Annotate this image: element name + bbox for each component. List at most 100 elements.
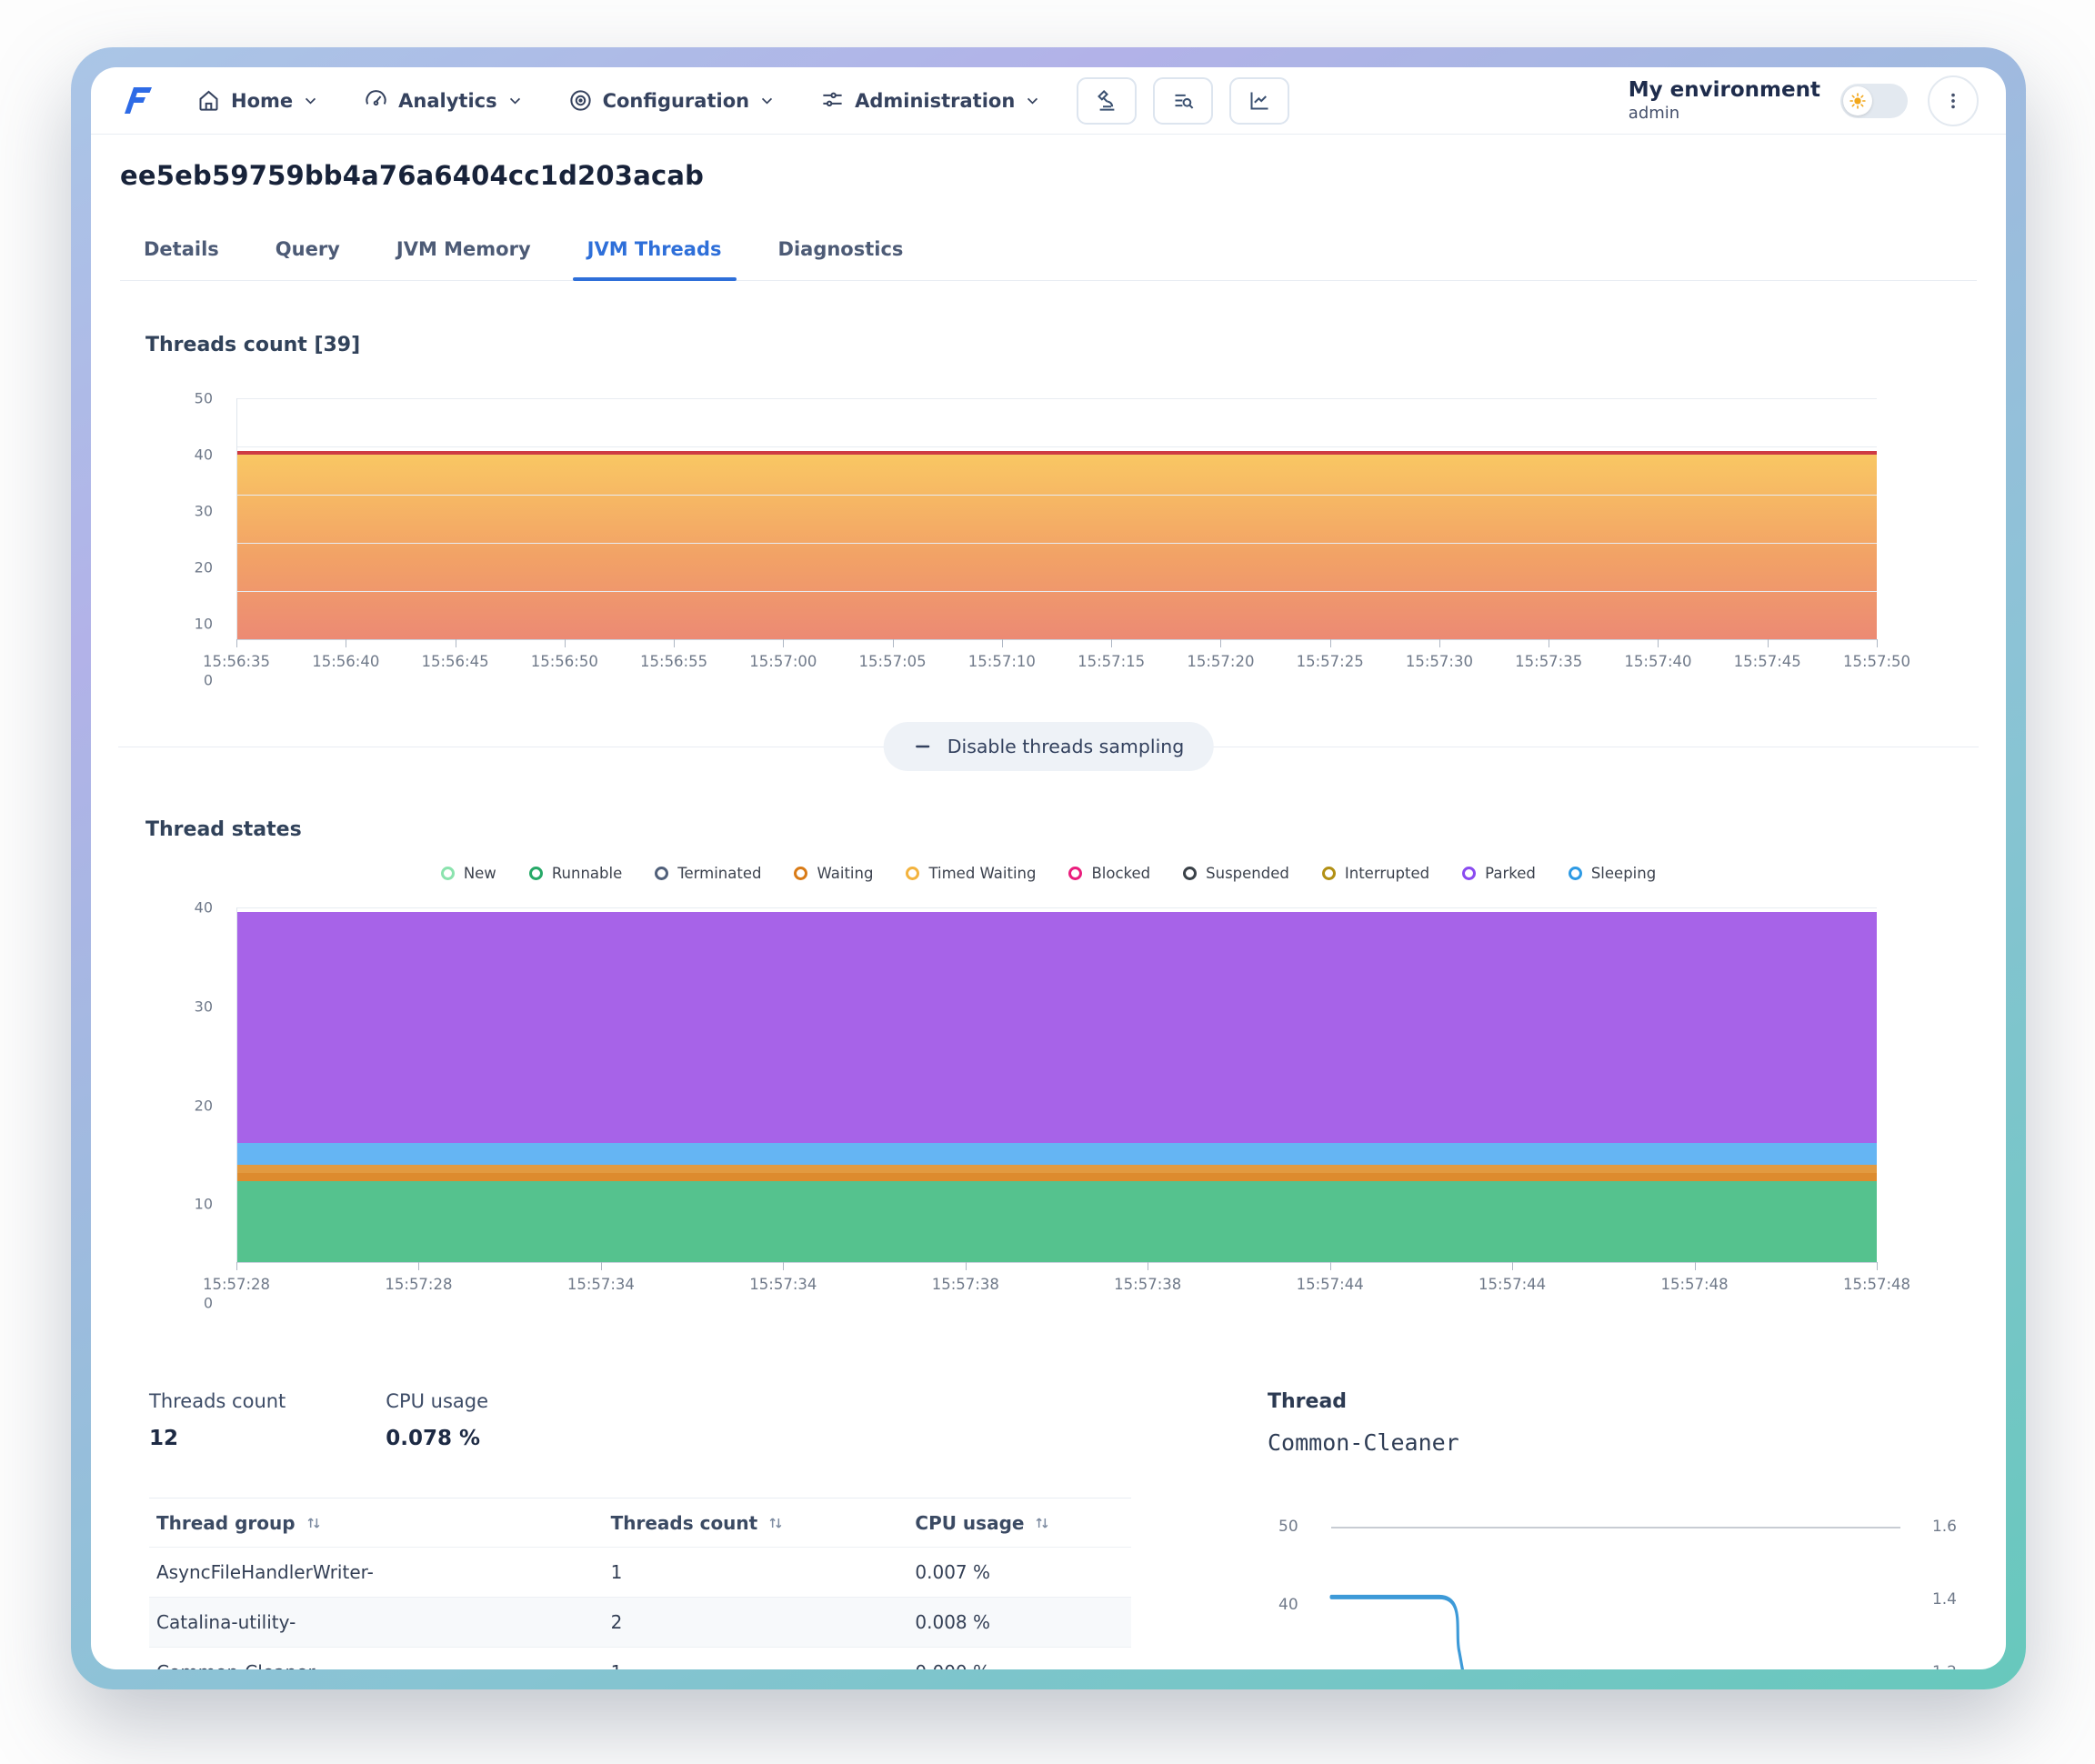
sort-icon: [305, 1514, 323, 1532]
chevron-down-icon: [303, 93, 318, 108]
table-header-row: Thread groupThreads count CPU usage: [149, 1498, 1131, 1548]
legend-item-parked[interactable]: Parked: [1462, 865, 1536, 882]
top-navbar: Home Analytics Configuration: [91, 67, 2006, 135]
tab-diagnostics[interactable]: Diagnostics: [755, 218, 927, 280]
tab-jvm-threads[interactable]: JVM Threads: [564, 218, 746, 280]
legend-item-blocked[interactable]: Blocked: [1068, 865, 1150, 882]
gridline: [237, 591, 1877, 592]
table-cell: 0.008 %: [915, 1611, 1131, 1633]
tab-jvm-memory[interactable]: JVM Memory: [373, 218, 555, 280]
nav-item-home[interactable]: Home: [196, 88, 318, 113]
x-tick-label: 15:57:00: [749, 653, 817, 670]
legend-item-suspended[interactable]: Suspended: [1183, 865, 1289, 882]
thread-states-chart: 403020100 15:57:2815:57:2815:57:3415:57:…: [120, 907, 1977, 1303]
y-tick-label: 20: [195, 559, 213, 576]
disable-threads-sampling-button[interactable]: Disable threads sampling: [884, 722, 1214, 771]
x-tick-label: 15:57:44: [1297, 1276, 1364, 1293]
x-tick-mark: [236, 1262, 237, 1270]
column-header-cpu-usage[interactable]: CPU usage: [915, 1512, 1131, 1534]
theme-toggle[interactable]: [1840, 84, 1908, 118]
app-window: Home Analytics Configuration: [71, 47, 2026, 1689]
thread-states-plot[interactable]: [236, 907, 1877, 1262]
log-search-button[interactable]: [1153, 77, 1213, 125]
y-tick-label: 0: [204, 1295, 213, 1312]
environment-info[interactable]: My environment admin: [1629, 77, 1820, 124]
chevron-down-icon: [759, 93, 775, 108]
nav-item-analytics[interactable]: Analytics: [364, 88, 522, 113]
y-tick-label: 20: [195, 1097, 213, 1114]
column-header-label: CPU usage: [915, 1512, 1024, 1534]
legend-item-runnable[interactable]: Runnable: [529, 865, 622, 882]
legend-ring-icon: [655, 867, 668, 880]
thread-groups-panel: Threads count 12 CPU usage 0.078 % Threa…: [149, 1390, 1131, 1669]
legend-label: New: [464, 865, 496, 882]
tab-bar: DetailsQueryJVM MemoryJVM ThreadsDiagnos…: [120, 205, 1977, 281]
x-tick-label: 15:57:34: [567, 1276, 635, 1293]
legend-item-new[interactable]: New: [441, 865, 496, 882]
tab-details[interactable]: Details: [120, 218, 243, 280]
sliders-icon: [820, 88, 845, 113]
gridline: [237, 398, 1877, 399]
gridline: [237, 543, 1877, 544]
threads-chart-x-ticks: [236, 639, 1877, 647]
x-tick-label: 15:57:34: [749, 1276, 817, 1293]
screen: Home Analytics Configuration: [0, 0, 2095, 1764]
threads-chart-x-axis: 15:56:3515:56:4015:56:4515:56:5015:56:55…: [236, 653, 1877, 680]
table-row[interactable]: AsyncFileHandlerWriter-10.007 %: [149, 1548, 1131, 1598]
x-tick-mark: [1330, 1262, 1331, 1270]
right-axis-tick: 1.2: [1932, 1663, 1957, 1669]
legend-label: Waiting: [817, 865, 873, 882]
x-tick-mark: [1658, 639, 1659, 647]
legend-item-waiting[interactable]: Waiting: [794, 865, 873, 882]
thread-states-x-ticks: [236, 1262, 1877, 1270]
nav-item-administration[interactable]: Administration: [820, 88, 1040, 113]
legend-item-sleeping[interactable]: Sleeping: [1569, 865, 1656, 882]
more-options-button[interactable]: [1928, 75, 1979, 126]
legend-ring-icon: [906, 867, 919, 880]
x-tick-label: 15:56:55: [640, 653, 707, 670]
column-header-label: Threads count: [611, 1512, 758, 1534]
y-tick-label: 50: [195, 390, 213, 407]
x-tick-label: 15:57:28: [385, 1276, 452, 1293]
threads-chart-y-axis: 50403020100: [120, 398, 226, 680]
table-cell: 0.000 %: [915, 1661, 1131, 1669]
table-cell: 0.007 %: [915, 1561, 1131, 1583]
metrics-button[interactable]: [1229, 77, 1289, 125]
table-row[interactable]: Catalina-utility-20.008 %: [149, 1598, 1131, 1648]
threads-count-stat: Threads count 12: [149, 1390, 286, 1450]
table-cell: AsyncFileHandlerWriter-: [149, 1561, 611, 1583]
cpu-usage-stat-value: 0.078 %: [386, 1427, 488, 1450]
thread-detail-chart: 504030 1.61.41.2: [1268, 1527, 1970, 1669]
legend-ring-icon: [1322, 867, 1336, 880]
nav-right: My environment admin: [1629, 75, 1979, 126]
legend-ring-icon: [1068, 867, 1082, 880]
target-icon: [568, 88, 593, 113]
table-row[interactable]: Common-Cleaner10.000 %: [149, 1648, 1131, 1669]
state-band-sleeping: [237, 1143, 1877, 1164]
state-band-runnable: [237, 1181, 1877, 1262]
legend-item-timed-waiting[interactable]: Timed Waiting: [906, 865, 1036, 882]
brand-logo-icon[interactable]: [118, 83, 155, 119]
column-header-thread-group[interactable]: Thread group: [149, 1512, 611, 1534]
threads-chart-plot[interactable]: [236, 398, 1877, 639]
legend-label: Blocked: [1091, 865, 1150, 882]
x-tick-mark: [418, 1262, 419, 1270]
tab-query[interactable]: Query: [252, 218, 364, 280]
legend-item-terminated[interactable]: Terminated: [655, 865, 761, 882]
profiler-button[interactable]: [1077, 77, 1137, 125]
nav-item-configuration[interactable]: Configuration: [568, 88, 775, 113]
thread-detail-plot[interactable]: 504030 1.61.41.2: [1331, 1527, 1900, 1669]
state-band-timed-waiting: [237, 1165, 1877, 1173]
section-divider: Disable threads sampling: [91, 720, 2006, 773]
x-tick-label: 15:57:44: [1479, 1276, 1546, 1293]
thread-detail-line: [1331, 1527, 1900, 1669]
x-tick-label: 15:57:28: [203, 1276, 270, 1293]
kebab-menu-icon: [1943, 91, 1963, 111]
nav-menu: Home Analytics Configuration: [196, 88, 1040, 113]
thread-states-x-axis: 15:57:2815:57:2815:57:3415:57:3415:57:38…: [236, 1276, 1877, 1303]
table-cell: Catalina-utility-: [149, 1611, 611, 1633]
chart-line-icon: [1248, 88, 1272, 113]
column-header-threads-count[interactable]: Threads count: [611, 1512, 916, 1534]
legend-item-interrupted[interactable]: Interrupted: [1322, 865, 1429, 882]
home-icon: [196, 88, 221, 113]
